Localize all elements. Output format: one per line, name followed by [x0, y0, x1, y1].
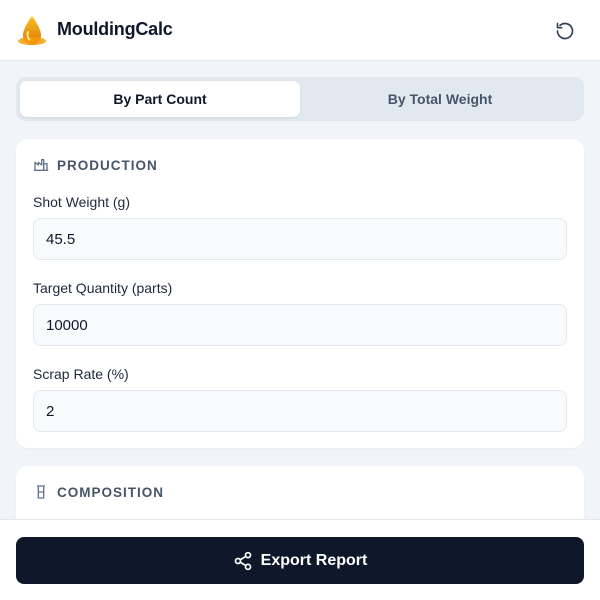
production-card: PRODUCTION Shot Weight (g) Target Quanti… [16, 139, 584, 448]
share-icon [234, 551, 251, 570]
production-title: PRODUCTION [57, 157, 158, 173]
beaker-icon [37, 485, 45, 499]
target-quantity-input[interactable] [33, 304, 567, 346]
shot-weight-input[interactable] [33, 218, 567, 260]
composition-title: COMPOSITION [57, 484, 165, 500]
reset-icon [556, 22, 574, 40]
droplet-logo-icon [18, 16, 46, 45]
calc-mode-tabs: By Part Count By Total Weight [16, 77, 584, 121]
tab-by-total-weight[interactable]: By Total Weight [300, 81, 580, 117]
export-report-button[interactable]: Export Report [16, 537, 584, 584]
composition-header: COMPOSITION [33, 483, 164, 501]
scrap-rate-input[interactable] [33, 390, 567, 432]
tab-by-part-count[interactable]: By Part Count [20, 81, 300, 117]
production-header: PRODUCTION [33, 156, 158, 174]
scrap-rate-label: Scrap Rate (%) [33, 366, 129, 382]
factory-icon [33, 159, 49, 171]
footer-bar: Export Report [0, 519, 600, 600]
export-report-label: Export Report [260, 551, 368, 569]
shot-weight-label: Shot Weight (g) [33, 194, 131, 210]
app-title: MouldingCalc [57, 19, 173, 39]
app-header: MouldingCalc [0, 0, 600, 61]
target-quantity-label: Target Quantity (parts) [33, 280, 173, 296]
reset-button[interactable] [552, 18, 578, 44]
